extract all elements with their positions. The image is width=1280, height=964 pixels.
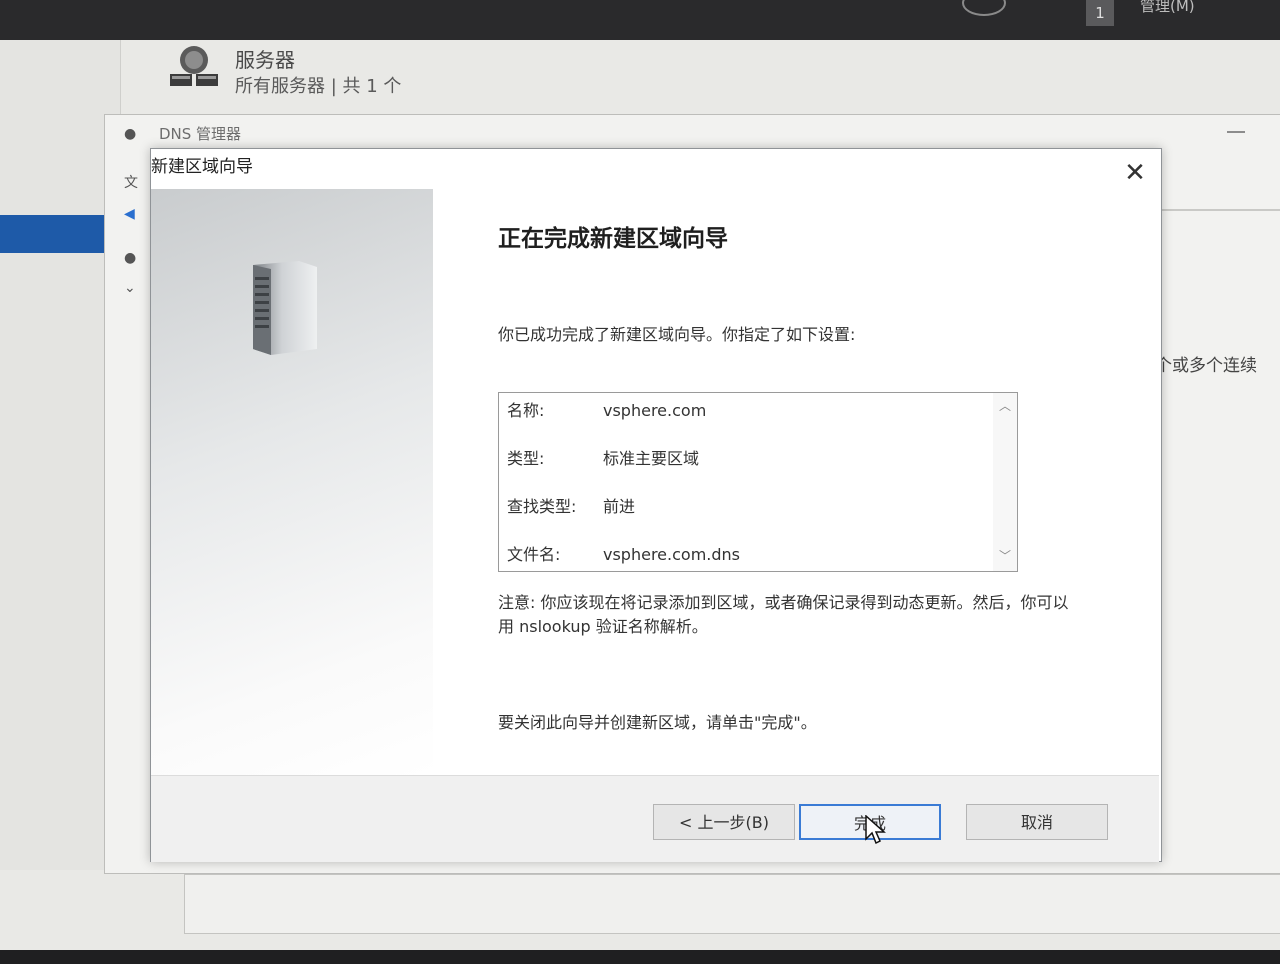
manage-menu[interactable]: 管理(M) bbox=[1140, 0, 1195, 14]
pane-divider bbox=[1157, 209, 1280, 211]
circle-icon[interactable] bbox=[962, 0, 1006, 16]
back-arrow-icon[interactable]: ◀ bbox=[124, 206, 135, 222]
dns-manager-content-text: 个或多个连续 bbox=[1155, 356, 1257, 376]
scroll-down-icon[interactable]: ﹀ bbox=[993, 547, 1017, 565]
summary-row-type: 类型: 标准主要区域 bbox=[507, 445, 699, 469]
file-menu-icon[interactable]: 文 bbox=[124, 172, 138, 192]
dialog-title: 新建区域向导 bbox=[151, 157, 253, 177]
settings-summary-box[interactable]: 名称: vsphere.com 类型: 标准主要区域 查找类型: 前进 文件名: vsp… bbox=[498, 392, 1018, 572]
wizard-banner bbox=[151, 189, 433, 775]
wizard-note: 注意: 你应该现在将记录添加到区域，或者确保记录得到动态更新。然后，你可以用 n… bbox=[498, 593, 1069, 636]
back-button[interactable]: < 上一步(B) bbox=[653, 804, 795, 840]
summary-value: vsphere.com bbox=[603, 401, 707, 420]
tree-node-icon[interactable]: ● bbox=[124, 126, 136, 142]
chevron-down-icon[interactable]: ⌄ bbox=[124, 280, 136, 296]
summary-key: 查找类型: bbox=[507, 497, 577, 516]
wizard-closing-instruction: 要关闭此向导并创建新区域，请单击"完成"。 bbox=[498, 713, 817, 732]
summary-row-name: 名称: vsphere.com bbox=[507, 397, 706, 421]
summary-value: vsphere.com.dns bbox=[603, 545, 740, 564]
mouse-pointer-icon bbox=[865, 815, 886, 845]
minimize-icon[interactable] bbox=[1227, 131, 1245, 133]
server-tower-icon bbox=[253, 261, 317, 355]
close-icon[interactable]: ✕ bbox=[1121, 159, 1149, 187]
wizard-button-bar: < 上一步(B) 完成 取消 bbox=[151, 775, 1159, 862]
summary-key: 文件名: bbox=[507, 545, 561, 564]
tree-node-icon[interactable]: ● bbox=[124, 250, 136, 266]
summary-key: 名称: bbox=[507, 401, 545, 420]
nav-selected-item[interactable] bbox=[0, 215, 112, 253]
server-count-subtitle: 所有服务器 | 共 1 个 bbox=[235, 76, 402, 97]
bottom-panel bbox=[184, 874, 1280, 934]
summary-key: 类型: bbox=[507, 449, 545, 468]
summary-row-lookup-type: 查找类型: 前进 bbox=[507, 493, 635, 517]
summary-value: 前进 bbox=[603, 497, 636, 516]
server-manager-nav bbox=[0, 40, 121, 870]
server-group-icon bbox=[170, 46, 218, 86]
taskbar-top: 1 管理(M) bbox=[0, 0, 1280, 40]
summary-value: 标准主要区域 bbox=[603, 449, 700, 468]
summary-row-filename: 文件名: vsphere.com.dns bbox=[507, 541, 740, 565]
notification-badge[interactable]: 1 bbox=[1086, 0, 1114, 26]
new-zone-wizard-dialog: 新建区域向导 ✕ 正在完成新建区域向导 你已成功完成了新建区域向导。你指定了如下… bbox=[150, 148, 1162, 862]
server-manager-title: 服务器 bbox=[235, 48, 295, 72]
cancel-button[interactable]: 取消 bbox=[966, 804, 1108, 840]
server-manager-header: 服务器 所有服务器 | 共 1 个 bbox=[160, 40, 1280, 100]
scroll-up-icon[interactable]: ︿ bbox=[993, 397, 1017, 415]
wizard-intro-text: 你已成功完成了新建区域向导。你指定了如下设置: bbox=[498, 325, 856, 344]
dns-tree-icons: ● 文 ◀ ● ⌄ bbox=[118, 120, 140, 320]
dns-manager-title: DNS 管理器 bbox=[159, 125, 242, 143]
screen-bottom-edge bbox=[0, 950, 1280, 964]
summary-scrollbar[interactable]: ︿ ﹀ bbox=[993, 393, 1017, 571]
wizard-heading: 正在完成新建区域向导 bbox=[498, 226, 728, 252]
